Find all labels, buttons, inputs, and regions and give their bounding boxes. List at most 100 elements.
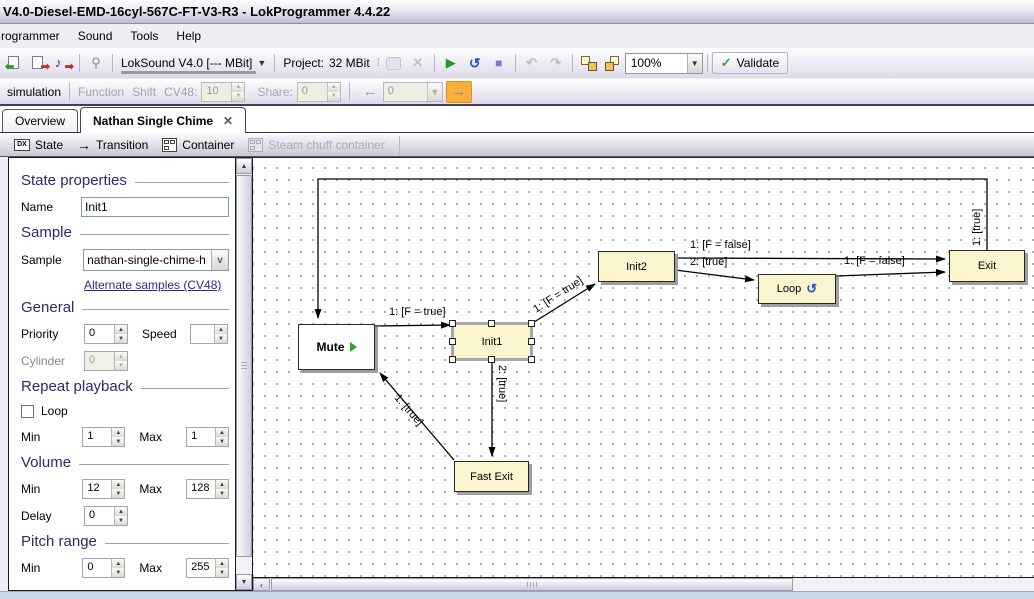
resize-handle[interactable]: [488, 356, 495, 363]
spin-down-icon: ▼: [216, 489, 228, 498]
resize-handle[interactable]: [528, 320, 535, 327]
transition-exit-to-mute[interactable]: [318, 179, 987, 318]
spinner-buttons[interactable]: ▲▼: [111, 559, 124, 577]
toolbar-grip: ⁞: [377, 57, 379, 69]
panel-scrollbar[interactable]: ▲ ▼: [235, 158, 252, 590]
shift-label: Shift: [128, 83, 160, 101]
pitch-min-label: Min: [21, 561, 82, 575]
scroll-down-button[interactable]: ▼: [236, 574, 252, 590]
scroll-up-button[interactable]: ▲: [236, 158, 252, 174]
loop-checkbox[interactable]: [21, 405, 34, 418]
zoom-level-dropdown[interactable]: 100% ▼: [625, 53, 703, 74]
decoder-type-dropdown[interactable]: LokSound V4.0 [--- MBit] ▼: [117, 54, 270, 72]
export-file-button[interactable]: ➡: [27, 52, 51, 74]
scrollbar-thumb[interactable]: [271, 578, 793, 591]
canvas-horizontal-scrollbar[interactable]: ‹: [253, 577, 1034, 591]
resize-handle[interactable]: [449, 356, 456, 363]
resize-handle[interactable]: [528, 356, 535, 363]
chevron-down-icon: v: [211, 250, 228, 270]
scrollbar-thumb[interactable]: [236, 175, 252, 557]
play-button[interactable]: ▶: [439, 52, 463, 74]
pitch-max-label: Max: [139, 561, 186, 575]
resize-handle[interactable]: [449, 338, 456, 345]
spin-up-icon: ▲: [328, 83, 340, 92]
zoom-out-button[interactable]: [601, 52, 625, 74]
close-tab-icon[interactable]: ✕: [223, 114, 233, 128]
add-transition-button[interactable]: → Transition: [73, 135, 152, 155]
delay-spinner[interactable]: 0 ▲▼: [84, 506, 128, 526]
step-back-icon[interactable]: ←: [358, 83, 383, 100]
repeat-min-spinner[interactable]: 1 ▲▼: [82, 427, 125, 447]
volume-max-spinner[interactable]: 128 ▲▼: [186, 479, 229, 499]
spinner-buttons[interactable]: ▲▼: [214, 325, 227, 343]
spinner-buttons[interactable]: ▲▼: [114, 325, 127, 343]
state-node-exit[interactable]: Exit: [949, 250, 1025, 282]
scroll-left-button[interactable]: ‹: [253, 578, 270, 591]
cylinder-label: Cylinder: [21, 354, 84, 368]
transition-mute-to-init1[interactable]: [375, 325, 450, 326]
menu-tools[interactable]: Tools: [121, 26, 167, 46]
name-input[interactable]: [81, 197, 229, 217]
transition-loop-to-exit[interactable]: [836, 272, 945, 276]
priority-spinner[interactable]: 0 ▲▼: [84, 324, 128, 344]
pitch-min-spinner[interactable]: 0 ▲▼: [82, 558, 125, 578]
section-pitch-range: Pitch range: [21, 533, 229, 550]
open-file-button[interactable]: ⬅: [3, 52, 27, 74]
spin-up-icon: ▲: [112, 559, 124, 568]
pitch-max-spinner[interactable]: 255 ▲▼: [186, 558, 229, 578]
cancel-button: ✕: [406, 52, 430, 74]
menu-bar: rogrammer Sound Tools Help: [0, 24, 1034, 48]
speed-spinner[interactable]: ▲▼: [190, 324, 228, 344]
chevron-left-icon: ‹: [260, 580, 263, 590]
container-icon: [162, 138, 177, 152]
status-bar: [0, 591, 1034, 599]
programmer-connect-button[interactable]: ⚲: [84, 52, 108, 74]
validate-button[interactable]: ✓ Validate: [712, 52, 788, 74]
stop-button[interactable]: ■: [487, 52, 511, 74]
step-forward-button[interactable]: →: [446, 81, 472, 103]
spin-down-icon: ▼: [216, 568, 228, 577]
resize-handle[interactable]: [449, 320, 456, 327]
cable-icon: ⚲: [91, 55, 101, 71]
spinner-buttons[interactable]: ▲▼: [215, 480, 228, 498]
chevron-down-icon: ▼: [241, 579, 248, 586]
state-node-loop[interactable]: Loop ↺: [758, 274, 836, 304]
resize-handle[interactable]: [528, 338, 535, 345]
spin-up-icon: ▲: [216, 480, 228, 489]
add-steam-chuff-container-button: Steam chuff container: [244, 136, 389, 154]
state-node-fast-exit[interactable]: Fast Exit: [454, 461, 529, 492]
export-sound-button[interactable]: ♪➡: [51, 52, 75, 74]
share-label: Share:: [253, 83, 296, 101]
tab-nathan-single-chime[interactable]: Nathan Single Chime ✕: [80, 107, 246, 133]
sample-dropdown[interactable]: nathan-single-chime-h v: [83, 249, 229, 271]
state-node-init1[interactable]: Init1: [451, 322, 533, 361]
alternate-samples-link[interactable]: Alternate samples (CV48): [84, 278, 221, 292]
write-decoder-button: [382, 52, 406, 74]
transition-label: 1: [F = false]: [690, 239, 751, 251]
spinner-buttons[interactable]: ▲▼: [114, 507, 127, 525]
add-container-button[interactable]: Container: [158, 136, 238, 154]
resize-handle[interactable]: [488, 320, 495, 327]
state-node-mute[interactable]: Mute: [298, 324, 375, 370]
state-node-init2[interactable]: Init2: [598, 251, 675, 282]
volume-min-spinner[interactable]: 12 ▲▼: [82, 479, 125, 499]
spin-down-icon: ▼: [328, 92, 340, 101]
tab-overview[interactable]: Overview: [2, 109, 78, 132]
zoom-in-button[interactable]: [577, 52, 601, 74]
transition-init2-to-loop[interactable]: [675, 270, 754, 280]
window-title: V4.0-Diesel-EMD-16cyl-567C-FT-V3-R3 - Lo…: [3, 4, 390, 19]
spinner-buttons[interactable]: ▲▼: [111, 428, 124, 446]
add-state-button[interactable]: DX State: [10, 136, 67, 154]
repeat-max-spinner[interactable]: 1 ▲▼: [186, 427, 229, 447]
steam-container-icon: [248, 138, 263, 152]
menu-sound[interactable]: Sound: [69, 26, 122, 46]
state-diagram-canvas[interactable]: 1: [F = true] 1: [F = true] 2: [true] 1:…: [253, 158, 1034, 577]
step-value-dropdown: 0 ▼: [383, 82, 443, 102]
spinner-buttons[interactable]: ▲▼: [111, 480, 124, 498]
menu-programmer[interactable]: rogrammer: [0, 26, 69, 46]
zoom-level-value: 100%: [626, 56, 687, 70]
loop-play-button[interactable]: ↺: [463, 52, 487, 74]
menu-help[interactable]: Help: [167, 26, 210, 46]
spinner-buttons[interactable]: ▲▼: [215, 428, 228, 446]
spinner-buttons[interactable]: ▲▼: [215, 559, 228, 577]
